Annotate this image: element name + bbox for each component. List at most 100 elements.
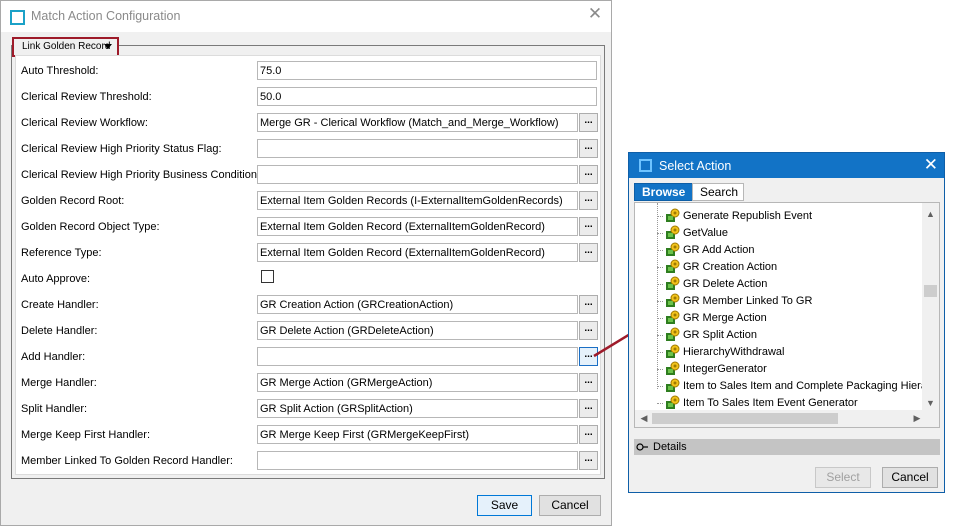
group-type-dropdown[interactable]: Link Golden Record — [12, 37, 119, 57]
field-row-golden-record-object-type: Golden Record Object Type: External Item… — [16, 217, 600, 237]
tree-item-label: Generate Republish Event — [683, 210, 813, 222]
pin-icon — [636, 443, 648, 451]
action-gear-icon — [666, 276, 680, 290]
auto-threshold-input[interactable]: 75.0 — [257, 61, 597, 80]
browse-button[interactable]: ... — [579, 165, 598, 184]
split-handler-input[interactable]: GR Split Action (GRSplitAction) — [257, 399, 578, 418]
browse-button[interactable]: ... — [579, 243, 598, 262]
select-dialog-title: Select Action — [659, 159, 732, 173]
tab-browse[interactable]: Browse — [634, 183, 694, 201]
tree-item-label: GR Add Action — [683, 244, 755, 256]
create-handler-input[interactable]: GR Creation Action (GRCreationAction) — [257, 295, 578, 314]
tab-search[interactable]: Search — [692, 183, 744, 201]
field-row-member-linked-handler: Member Linked To Golden Record Handler: … — [16, 451, 600, 471]
select-button[interactable]: Select — [815, 467, 871, 488]
field-label: Clerical Review Workflow: — [21, 117, 148, 129]
browse-button[interactable]: ... — [579, 451, 598, 470]
window-icon — [10, 10, 25, 25]
reference-type-input[interactable]: External Item Golden Record (ExternalIte… — [257, 243, 578, 262]
field-row-auto-threshold: Auto Threshold: 75.0 — [16, 61, 600, 81]
select-dialog-titlebar: Select Action ✕ — [629, 153, 944, 178]
action-gear-icon — [666, 259, 680, 273]
member-linked-handler-input[interactable] — [257, 451, 578, 470]
browse-button[interactable]: ... — [579, 399, 598, 418]
tree-connector — [657, 250, 663, 251]
field-row-high-priority-status-flag: Clerical Review High Priority Status Fla… — [16, 139, 600, 159]
auto-approve-checkbox[interactable] — [261, 270, 274, 283]
merge-handler-input[interactable]: GR Merge Action (GRMergeAction) — [257, 373, 578, 392]
high-priority-status-flag-input[interactable] — [257, 139, 578, 158]
action-gear-icon — [666, 378, 680, 392]
tree-connector — [657, 233, 663, 234]
save-button[interactable]: Save — [477, 495, 532, 516]
merge-keep-first-handler-input[interactable]: GR Merge Keep First (GRMergeKeepFirst) — [257, 425, 578, 444]
details-label: Details — [653, 441, 687, 453]
field-label: Auto Approve: — [21, 273, 91, 285]
browse-button[interactable]: ... — [579, 113, 598, 132]
field-label: Create Handler: — [21, 299, 99, 311]
tree-connector-line — [657, 203, 658, 389]
tree-item-label: GR Split Action — [683, 329, 757, 341]
action-gear-icon — [666, 361, 680, 375]
chevron-down-icon — [104, 44, 112, 49]
field-label: Golden Record Object Type: — [21, 221, 160, 233]
field-label: Merge Handler: — [21, 377, 97, 389]
cancel-button[interactable]: Cancel — [539, 495, 601, 516]
browse-button[interactable]: ... — [579, 295, 598, 314]
tree-connector — [657, 284, 663, 285]
browse-button[interactable]: ... — [579, 373, 598, 392]
field-row-high-priority-business-condition: Clerical Review High Priority Business C… — [16, 165, 600, 185]
tree-connector — [657, 352, 663, 353]
tree-item-label: GetValue — [683, 227, 729, 239]
delete-handler-input[interactable]: GR Delete Action (GRDeleteAction) — [257, 321, 578, 340]
field-row-auto-approve: Auto Approve: — [16, 269, 600, 289]
tree-item-label: IntegerGenerator — [683, 363, 767, 375]
field-label: Clerical Review High Priority Status Fla… — [21, 143, 222, 155]
scroll-up-icon[interactable]: ▲ — [922, 207, 939, 221]
tree-connector — [657, 318, 663, 319]
tree-item-label: GR Merge Action — [683, 312, 767, 324]
tree-connector — [657, 335, 663, 336]
high-priority-business-condition-input[interactable] — [257, 165, 578, 184]
golden-record-object-type-input[interactable]: External Item Golden Record (ExternalIte… — [257, 217, 578, 236]
field-label: Clerical Review High Priority Business C… — [21, 169, 261, 181]
close-icon[interactable]: ✕ — [924, 156, 938, 174]
clerical-review-workflow-input[interactable]: Merge GR - Clerical Workflow (Match_and_… — [257, 113, 578, 132]
tree-connector — [657, 386, 663, 387]
action-gear-icon — [666, 395, 680, 409]
scroll-down-icon[interactable]: ▼ — [922, 396, 939, 410]
field-label: Reference Type: — [21, 247, 102, 259]
match-action-configuration-dialog: Match Action Configuration ✕ Link Golden… — [0, 0, 612, 526]
cancel-button[interactable]: Cancel — [882, 467, 938, 488]
golden-record-root-input[interactable]: External Item Golden Records (I-External… — [257, 191, 578, 210]
fields-panel: Auto Threshold: 75.0 Clerical Review Thr… — [15, 55, 601, 475]
browse-button[interactable]: ... — [579, 191, 598, 210]
browse-button[interactable]: ... — [579, 217, 598, 236]
tree-item-label: GR Member Linked To GR — [683, 295, 813, 307]
vertical-scrollbar[interactable]: ▲ ▼ — [922, 203, 939, 412]
window-icon — [639, 159, 652, 172]
field-row-clerical-review-threshold: Clerical Review Threshold: 50.0 — [16, 87, 600, 107]
tree-item-label: GR Creation Action — [683, 261, 778, 273]
tree-item-label: HierarchyWithdrawal — [683, 346, 785, 358]
field-row-add-handler: Add Handler: ... — [16, 347, 600, 367]
scroll-thumb[interactable] — [924, 285, 937, 297]
browse-button[interactable]: ... — [579, 321, 598, 340]
details-section[interactable]: Details — [634, 439, 940, 455]
add-handler-browse-button[interactable]: ... — [579, 347, 598, 366]
field-label: Auto Threshold: — [21, 65, 99, 77]
action-gear-icon — [666, 225, 680, 239]
browse-button[interactable]: ... — [579, 139, 598, 158]
scroll-thumb[interactable] — [652, 413, 838, 424]
browse-button[interactable]: ... — [579, 425, 598, 444]
action-gear-icon — [666, 242, 680, 256]
clerical-review-threshold-input[interactable]: 50.0 — [257, 87, 597, 106]
scroll-left-icon[interactable]: ◀ — [637, 410, 651, 427]
horizontal-scrollbar[interactable]: ◀ ▶ — [635, 410, 924, 427]
field-label: Split Handler: — [21, 403, 88, 415]
tree-connector — [657, 403, 663, 404]
field-row-create-handler: Create Handler: GR Creation Action (GRCr… — [16, 295, 600, 315]
close-icon[interactable]: ✕ — [587, 5, 603, 22]
add-handler-input[interactable] — [257, 347, 578, 366]
tree-item-label: GR Delete Action — [683, 278, 768, 290]
